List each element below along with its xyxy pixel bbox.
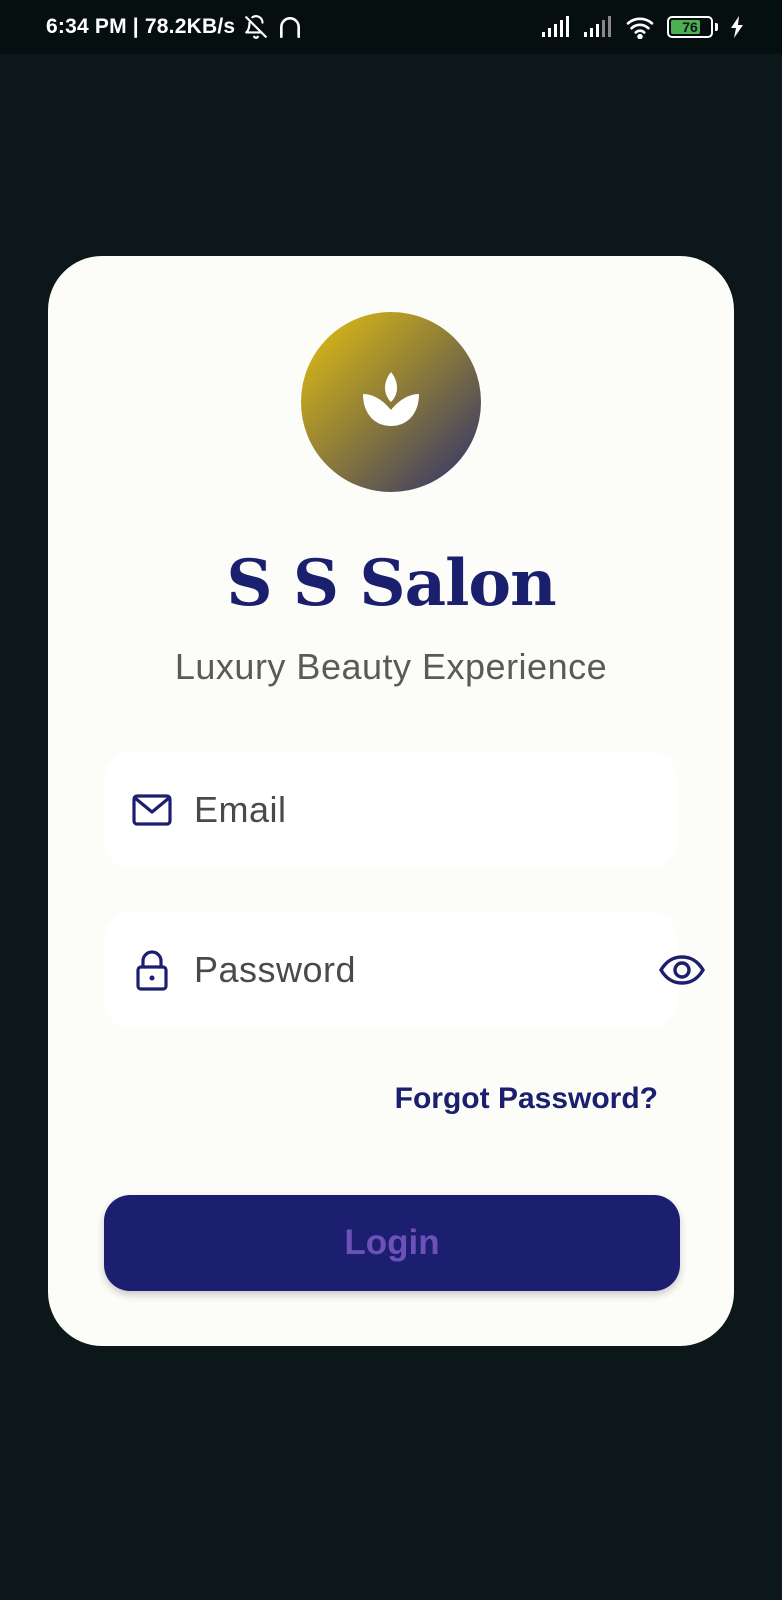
email-field[interactable] (104, 752, 678, 868)
mute-notifications-icon (243, 14, 269, 40)
battery-level: 76 (682, 19, 698, 35)
signal-icon (541, 16, 571, 38)
status-bar: 6:34 PM | 78.2KB/s 76 (0, 0, 782, 54)
login-card: S S Salon Luxury Beauty Experience F (48, 256, 734, 1346)
battery-icon: 76 (667, 16, 718, 38)
eye-icon[interactable] (659, 950, 705, 990)
lotus-icon (355, 364, 427, 441)
brand-logo (301, 312, 481, 492)
headset-icon (277, 14, 303, 40)
password-input[interactable] (194, 949, 659, 991)
signal-icon (583, 16, 613, 38)
app-title: S S Salon (226, 546, 556, 621)
status-bar-right: 76 (541, 15, 744, 39)
mail-icon (132, 790, 172, 830)
email-input[interactable] (194, 789, 659, 831)
status-bar-left: 6:34 PM | 78.2KB/s (46, 14, 303, 40)
charging-icon (730, 16, 744, 38)
password-field[interactable] (104, 912, 705, 1028)
login-button[interactable]: Login (104, 1195, 680, 1291)
status-time-speed: 6:34 PM | 78.2KB/s (46, 15, 236, 38)
app-subtitle: Luxury Beauty Experience (174, 646, 608, 687)
battery-body: 76 (667, 16, 713, 38)
wifi-icon (625, 15, 655, 39)
lock-icon (132, 950, 172, 991)
battery-cap (715, 23, 718, 31)
forgot-password-link[interactable]: Forgot Password? (395, 1082, 658, 1116)
